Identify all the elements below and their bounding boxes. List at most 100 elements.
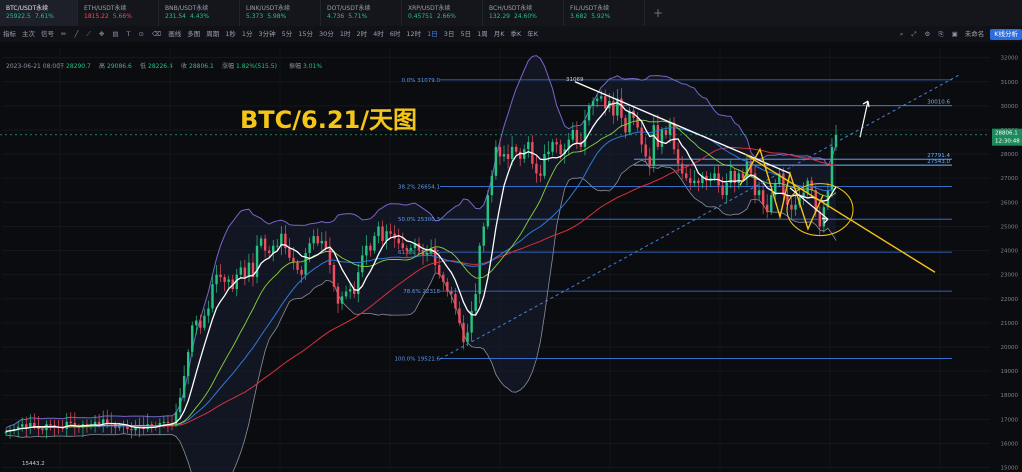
info-close-label: 收 xyxy=(181,62,187,70)
price-tick: 17000 xyxy=(1001,417,1019,423)
symbol-tab-xrp[interactable]: XRP/USDT永续 0.45751 2.66% xyxy=(402,0,483,26)
symbol-tab-dot[interactable]: DOT/USDT永续 4.736 5.71% xyxy=(321,0,402,26)
price-chart[interactable]: 2023-06-21 08:00 开 28290.7 高 29086.6 低 28226.… xyxy=(0,42,1022,472)
toolbar-right-icon-0[interactable]: ⌕ xyxy=(896,26,908,42)
info-date: 2023-06-21 08:00 xyxy=(6,63,60,70)
candle-body xyxy=(458,308,461,323)
candle-body xyxy=(49,424,52,426)
candle-body xyxy=(644,144,647,157)
drawing-tool-icon-0[interactable]: ✏ xyxy=(57,26,70,42)
toolbar-item-20[interactable]: 1周 xyxy=(474,26,491,42)
kline-analysis-button[interactable]: K线分析 xyxy=(990,28,1022,40)
price-tick: 26000 xyxy=(1001,200,1019,206)
info-chg-label: 涨幅 xyxy=(222,62,234,70)
toolbar-item-19[interactable]: 5日 xyxy=(457,26,474,42)
candle-body xyxy=(672,122,676,150)
drawing-tool-icon-1[interactable]: ╱ xyxy=(70,26,82,42)
candle-body xyxy=(438,265,441,275)
toolbar-item-10[interactable]: 15分 xyxy=(295,26,316,42)
tab-price-value: 4.736 xyxy=(327,13,345,20)
toolbar-item-4[interactable]: 多图 xyxy=(184,26,203,42)
toolbar-item-1[interactable]: 主次 xyxy=(19,26,38,42)
candle-body xyxy=(660,129,664,147)
add-tab-icon[interactable]: + xyxy=(645,0,671,26)
low-marker: 15443.2 xyxy=(22,461,45,467)
toolbar-item-5[interactable]: 周期 xyxy=(203,26,222,42)
candle-body xyxy=(502,154,506,157)
tab-symbol: LINK/USDT永续 xyxy=(246,5,291,12)
toolbar-item-0[interactable]: 指标 xyxy=(0,26,19,42)
candle-body xyxy=(344,291,348,297)
symbol-tab-fil[interactable]: FIL/USDT永续 3.682 5.92% xyxy=(564,0,645,26)
candle-body xyxy=(369,245,372,251)
toolbar-item-14[interactable]: 4时 xyxy=(370,26,387,42)
tab-symbol: ETH/USDT永续 xyxy=(84,5,127,12)
toolbar-item-2[interactable]: 信号 xyxy=(38,26,57,42)
candle-body xyxy=(721,185,724,196)
candle-body xyxy=(494,146,498,176)
tab-change-value: 5.66% xyxy=(112,13,132,20)
toolbar-item-23[interactable]: 年K xyxy=(524,26,541,42)
drawing-tool-icon-7[interactable]: ⌫ xyxy=(148,26,165,42)
current-price-label: 28806.1 xyxy=(995,131,1018,137)
tab-price-value: 1815.22 xyxy=(84,13,109,20)
drawing-tool-icon-5[interactable]: T xyxy=(123,26,135,42)
candle-body xyxy=(405,248,409,251)
toolbar-item-3[interactable]: 画线 xyxy=(165,26,184,42)
candle-body xyxy=(559,144,562,155)
toolbar-item-15[interactable]: 6时 xyxy=(387,26,404,42)
candle-body xyxy=(587,105,591,121)
tab-price: 0.45751 2.66% xyxy=(408,13,476,21)
tab-change-value: 5.98% xyxy=(267,13,287,20)
toolbar-item-11[interactable]: 30分 xyxy=(316,26,337,42)
info-amp: 3.01% xyxy=(303,63,322,70)
tab-symbol: DOT/USDT永续 xyxy=(327,5,371,12)
toolbar-item-13[interactable]: 2时 xyxy=(353,26,370,42)
candle-body xyxy=(243,267,247,278)
toolbar-item-16[interactable]: 12时 xyxy=(403,26,424,42)
candle-body xyxy=(373,236,376,251)
toolbar-item-17[interactable]: 1日 xyxy=(424,26,441,42)
ohlc-info-row: 2023-06-21 08:00 开 28290.7 高 29086.6 低 28226.… xyxy=(6,62,322,70)
tab-price: 5.373 5.98% xyxy=(246,13,314,21)
toolbar-item-9[interactable]: 5分 xyxy=(279,26,296,42)
candle-body xyxy=(713,173,716,179)
toolbar-item-8[interactable]: 3分钟 xyxy=(255,26,278,42)
candle-body xyxy=(794,204,797,210)
toolbar-item-18[interactable]: 3日 xyxy=(441,26,458,42)
tab-price-value: 5.373 xyxy=(246,13,264,20)
toolbar-item-21[interactable]: 月K xyxy=(491,26,508,42)
symbol-tab-btc[interactable]: BTC/USDT永续 25922.5 7.61% xyxy=(0,0,78,26)
candle-body xyxy=(377,226,380,237)
candle-body xyxy=(267,250,271,253)
toolbar-right-icon-4[interactable]: ▣ xyxy=(948,26,962,42)
chart-annotation: BTC/6.21/天图 xyxy=(240,106,417,134)
toolbar-item-22[interactable]: 季K xyxy=(507,26,524,42)
toolbar-item-12[interactable]: 1时 xyxy=(337,26,354,42)
candle-body xyxy=(442,274,445,282)
price-tick: 32000 xyxy=(1001,56,1019,62)
toolbar-right-icon-3[interactable]: ⎘ xyxy=(934,26,947,42)
candle-body xyxy=(543,154,546,176)
toolbar-item-6[interactable]: 1秒 xyxy=(222,26,239,42)
symbol-tab-bch[interactable]: BCH/USDT永续 132.29 24.60% xyxy=(483,0,564,26)
chart-toolbar: 指标 主次 信号 ✏ ╱ ⟋ ✥ ▤ T ⊙ ⌫ 画线 多图 周期 1秒 1分 3分钟 5分 15分 30分 1时 2时 4… xyxy=(0,26,1022,43)
drawing-tool-icon-6[interactable]: ⊙ xyxy=(135,26,148,42)
drawing-tool-icon-2[interactable]: ⟋ xyxy=(82,26,95,42)
toolbar-name[interactable]: 未命名 xyxy=(962,26,988,42)
candle-body xyxy=(725,183,728,196)
candle-body xyxy=(118,426,121,428)
toolbar-right-icon-1[interactable]: ⤢ xyxy=(907,26,920,42)
symbol-tab-eth[interactable]: ETH/USDT永续 1815.22 5.66% xyxy=(78,0,159,26)
symbol-tab-bnb[interactable]: BNB/USDT永续 231.54 4.43% xyxy=(159,0,240,26)
candle-body xyxy=(527,142,530,150)
toolbar-item-7[interactable]: 1分 xyxy=(239,26,256,42)
price-tick: 24000 xyxy=(1001,249,1019,255)
symbol-tab-link[interactable]: LINK/USDT永续 5.373 5.98% xyxy=(240,0,321,26)
candle-body xyxy=(150,424,153,426)
drawing-tool-icon-3[interactable]: ✥ xyxy=(95,26,108,42)
toolbar-right-icon-2[interactable]: ⚙ xyxy=(921,26,935,42)
candle-body xyxy=(547,151,550,155)
candle-body xyxy=(595,98,599,102)
drawing-tool-icon-4[interactable]: ▤ xyxy=(108,26,122,42)
